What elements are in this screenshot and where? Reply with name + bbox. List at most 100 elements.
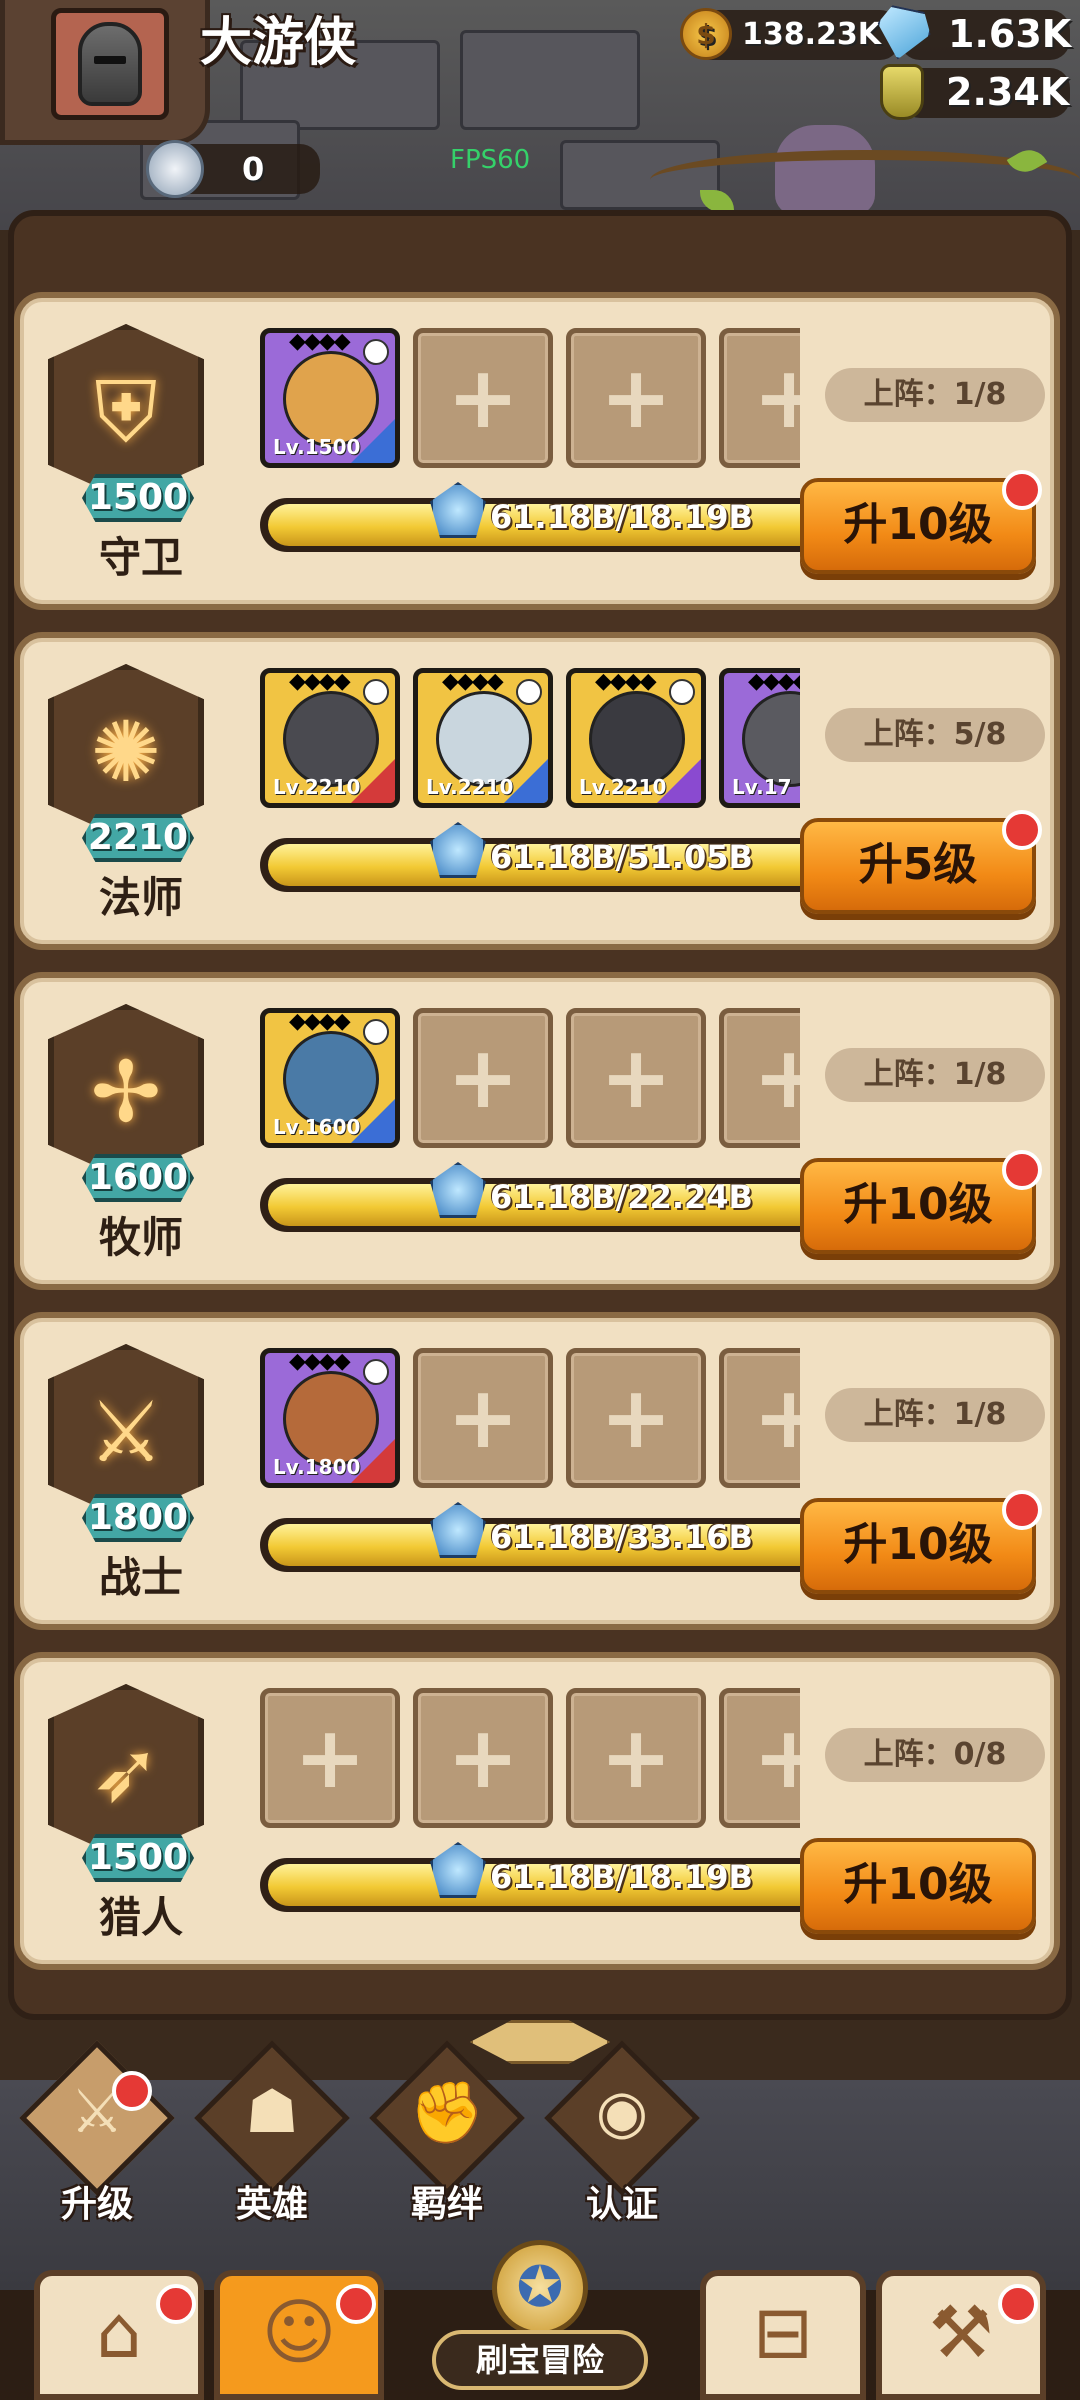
class-card: ⛨ 1500 守卫 ◆◆◆◆ Lv.1500 + + + 上阵：1/8 61.18B/18.19B… bbox=[14, 292, 1060, 610]
subnav-item[interactable]: ⚔ 升级 bbox=[19, 2040, 175, 2225]
notification-badge bbox=[336, 2284, 376, 2324]
empty-hero-slot[interactable]: + bbox=[413, 1688, 553, 1828]
empty-hero-slot[interactable]: + bbox=[719, 1008, 800, 1148]
deploy-count: 上阵：1/8 bbox=[825, 368, 1045, 422]
upgrade-cost-text: 61.18B/22.24B bbox=[490, 1178, 753, 1216]
compass-icon: ✪ bbox=[492, 2240, 588, 2336]
star-rating-icon: ◆◆◆◆ bbox=[442, 669, 504, 694]
hero-card[interactable]: ◆◆◆◆ Lv.2210 bbox=[260, 668, 400, 808]
player-panel[interactable] bbox=[0, 0, 210, 145]
star-rating-icon: ◆◆◆◆ bbox=[289, 669, 351, 694]
diamond-value: 1.63K bbox=[948, 12, 1072, 56]
silver-counter[interactable]: 0 bbox=[146, 140, 264, 198]
empty-hero-slot[interactable]: + bbox=[719, 1688, 800, 1828]
silver-value: 0 bbox=[242, 150, 265, 188]
hero-card[interactable]: ◆◆◆◆ Lv.1500 bbox=[260, 328, 400, 468]
upgrade-button[interactable]: 升10级 bbox=[800, 1498, 1036, 1594]
hero-card[interactable]: ◆◆◆◆ Lv.1600 bbox=[260, 1008, 400, 1148]
hero-portrait bbox=[742, 691, 800, 787]
deploy-count: 上阵：0/8 bbox=[825, 1728, 1045, 1782]
adventure-tab[interactable]: ✪ 刷宝冒险 bbox=[392, 2240, 688, 2400]
empty-hero-slot[interactable]: + bbox=[566, 1008, 706, 1148]
deploy-count: 上阵：1/8 bbox=[825, 1388, 1045, 1442]
hero-card[interactable]: ◆◆◆◆ Lv.17 bbox=[719, 668, 800, 808]
hero-card[interactable]: ◆◆◆◆ Lv.2210 bbox=[566, 668, 706, 808]
element-icon bbox=[516, 679, 542, 705]
notification-badge bbox=[112, 2071, 152, 2111]
potion-icon bbox=[880, 64, 924, 120]
upgrade-cost-text: 61.18B/33.16B bbox=[490, 1518, 753, 1556]
tab-heroes[interactable]: ☺ bbox=[214, 2270, 384, 2400]
diamond-counter[interactable]: 1.63K bbox=[876, 8, 1071, 60]
hero-level: Lv.17 bbox=[732, 775, 792, 799]
empty-hero-slot[interactable]: + bbox=[413, 1008, 553, 1148]
empty-hero-slot[interactable]: + bbox=[413, 1348, 553, 1488]
hero-level: Lv.1800 bbox=[273, 1455, 361, 1479]
subnav-item[interactable]: ✊ 羁绊 bbox=[369, 2040, 525, 2225]
player-avatar[interactable] bbox=[51, 8, 169, 120]
class-emblem[interactable]: ✺ bbox=[48, 664, 204, 840]
gold-counter[interactable]: $ 138.23K bbox=[680, 8, 881, 60]
upgrade-button[interactable]: 升10级 bbox=[800, 1158, 1036, 1254]
class-level-badge: 1500 bbox=[82, 474, 194, 522]
empty-hero-slot[interactable]: + bbox=[260, 1688, 400, 1828]
class-emblem-icon: ✺ bbox=[90, 703, 162, 801]
potion-counter[interactable]: 2.34K bbox=[880, 64, 1069, 120]
subnav-label: 升级 bbox=[60, 2184, 133, 2225]
plus-icon: + bbox=[446, 348, 520, 448]
hero-slot-row: ◆◆◆◆ Lv.1600 + + + bbox=[260, 1008, 800, 1158]
tab-forge[interactable]: ⚒ bbox=[876, 2270, 1046, 2400]
class-level-badge: 1600 bbox=[82, 1154, 194, 1202]
element-icon bbox=[363, 1019, 389, 1045]
hero-card[interactable]: ◆◆◆◆ Lv.2210 bbox=[413, 668, 553, 808]
class-card: ➶ 1500 猎人 + + + + 上阵：0/8 61.18B/18.19B 升10级 bbox=[14, 1652, 1060, 1970]
upgrade-button[interactable]: 升5级 bbox=[800, 818, 1036, 914]
crystal-icon bbox=[430, 822, 486, 878]
class-emblem[interactable]: ⛨ bbox=[48, 324, 204, 500]
hero-portrait bbox=[283, 1371, 379, 1467]
hero-portrait bbox=[436, 691, 532, 787]
empty-hero-slot[interactable]: + bbox=[566, 328, 706, 468]
star-rating-icon: ◆◆◆◆ bbox=[289, 329, 351, 354]
star-rating-icon: ◆◆◆◆ bbox=[289, 1009, 351, 1034]
class-card: ✢ 1600 牧师 ◆◆◆◆ Lv.1600 + + + 上阵：1/8 61.18B/22.24B… bbox=[14, 972, 1060, 1290]
class-emblem[interactable]: ➶ bbox=[48, 1684, 204, 1860]
plus-icon: + bbox=[752, 348, 800, 448]
upgrade-button[interactable]: 升10级 bbox=[800, 1838, 1036, 1934]
star-rating-icon: ◆◆◆◆ bbox=[748, 669, 800, 694]
player-name: 大游侠 bbox=[200, 13, 357, 73]
class-level-badge: 2210 bbox=[82, 814, 194, 862]
class-level-badge: 1800 bbox=[82, 1494, 194, 1542]
hero-card[interactable]: ◆◆◆◆ Lv.1800 bbox=[260, 1348, 400, 1488]
silver-coin-icon bbox=[146, 140, 204, 198]
hero-portrait bbox=[283, 691, 379, 787]
empty-hero-slot[interactable]: + bbox=[413, 328, 553, 468]
subnav-item[interactable]: ☗ 英雄 bbox=[194, 2040, 350, 2225]
hero-portrait bbox=[589, 691, 685, 787]
subnav-label: 英雄 bbox=[235, 2184, 308, 2225]
empty-hero-slot[interactable]: + bbox=[566, 1688, 706, 1828]
class-name: 牧师 bbox=[98, 1213, 183, 1262]
subnav-icon: ☗ bbox=[245, 2077, 299, 2147]
hero-portrait bbox=[283, 351, 379, 447]
empty-hero-slot[interactable]: + bbox=[566, 1348, 706, 1488]
class-name: 法师 bbox=[98, 873, 183, 922]
class-emblem[interactable]: ⚔ bbox=[48, 1344, 204, 1520]
hero-slot-row: ◆◆◆◆ Lv.2210 ◆◆◆◆ Lv.2210 ◆◆◆◆ Lv.2210 ◆◆◆◆ Lv.… bbox=[260, 668, 800, 818]
crystal-icon bbox=[430, 1842, 486, 1898]
empty-hero-slot[interactable]: + bbox=[719, 328, 800, 468]
hero-slot-row: ◆◆◆◆ Lv.1500 + + + bbox=[260, 328, 800, 478]
plus-icon: + bbox=[446, 1368, 520, 1468]
class-emblem-icon: ⚔ bbox=[88, 1383, 164, 1481]
empty-hero-slot[interactable]: + bbox=[719, 1348, 800, 1488]
crystal-icon bbox=[430, 1162, 486, 1218]
upgrade-button[interactable]: 升10级 bbox=[800, 478, 1036, 574]
class-emblem[interactable]: ✢ bbox=[48, 1004, 204, 1180]
tab-backpack[interactable]: ⊟ bbox=[700, 2270, 866, 2400]
fps-counter: FPS60 bbox=[450, 145, 531, 175]
plus-icon: + bbox=[446, 1708, 520, 1808]
tab-shop[interactable]: ⌂ bbox=[34, 2270, 204, 2400]
plus-icon: + bbox=[752, 1028, 800, 1128]
plus-icon: + bbox=[446, 1028, 520, 1128]
subnav-item[interactable]: ◉ 认证 bbox=[544, 2040, 700, 2225]
